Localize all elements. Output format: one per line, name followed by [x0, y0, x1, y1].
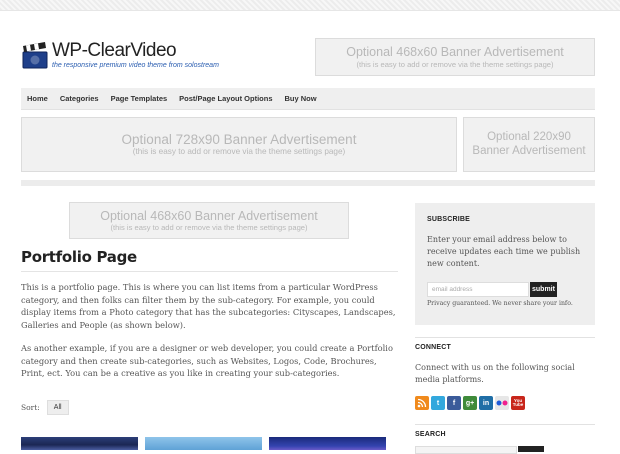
header-ad-note: (this is easy to add or remove via the t…	[356, 59, 554, 69]
content-banner-ad[interactable]: Optional 468x60 Banner Advertisement (th…	[69, 202, 349, 239]
facebook-icon[interactable]: f	[447, 396, 461, 410]
social-icons: t f g+ in You Tube	[415, 396, 527, 410]
site-tagline: the responsive premium video theme from …	[52, 62, 219, 69]
site-title[interactable]: WP-ClearVideo	[52, 40, 177, 62]
subscribe-text: Enter your email address below to receiv…	[427, 235, 581, 268]
nav-item-layout-options[interactable]: Post/Page Layout Options	[173, 94, 278, 103]
rss-icon[interactable]	[415, 396, 429, 410]
search-title: SEARCH	[415, 431, 446, 438]
title-divider	[21, 271, 398, 272]
connect-text: Connect with us on the following social …	[415, 363, 575, 384]
nav-item-page-templates[interactable]: Page Templates	[105, 94, 174, 103]
portfolio-thumbnail[interactable]	[145, 437, 262, 450]
side-ad-line1: Optional 220x90	[487, 131, 571, 144]
google-plus-icon[interactable]: g+	[463, 396, 477, 410]
filter-all-button[interactable]: All	[46, 400, 69, 415]
content-ad-title: Optional 468x60 Banner Advertisement	[100, 208, 318, 223]
sidebar-divider	[415, 337, 595, 338]
intro-paragraph: This is a portfolio page. This is where …	[21, 282, 396, 330]
page-title: Portfolio Page	[21, 248, 137, 266]
side-banner-ad[interactable]: Optional 220x90 Banner Advertisement	[463, 117, 595, 172]
main-nav: Home Categories Page Templates Post/Page…	[21, 88, 595, 110]
sort-label: Sort:	[21, 403, 40, 412]
email-field[interactable]: email address	[427, 282, 529, 297]
nav-item-categories[interactable]: Categories	[54, 94, 105, 103]
nav-item-home[interactable]: Home	[21, 94, 54, 103]
content-ad-note: (this is easy to add or remove via the t…	[110, 223, 308, 233]
header-ad-title: Optional 468x60 Banner Advertisement	[346, 45, 564, 60]
header-banner-ad[interactable]: Optional 468x60 Banner Advertisement (th…	[315, 38, 595, 76]
search-button[interactable]	[518, 446, 544, 452]
leaderboard-ad-title: Optional 728x90 Banner Advertisement	[121, 131, 357, 147]
clapperboard-icon	[22, 42, 48, 69]
linkedin-icon[interactable]: in	[479, 396, 493, 410]
twitter-icon[interactable]: t	[431, 396, 445, 410]
leaderboard-ad-note: (this is easy to add or remove via the t…	[132, 147, 346, 157]
side-ad-line2: Banner Advertisement	[472, 144, 586, 157]
site-logo[interactable]: WP-ClearVideo the responsive premium vid…	[21, 40, 261, 74]
flickr-icon[interactable]	[495, 396, 509, 410]
leaderboard-banner-ad[interactable]: Optional 728x90 Banner Advertisement (th…	[21, 117, 457, 172]
header-divider	[21, 180, 595, 186]
portfolio-thumbnail[interactable]	[269, 437, 386, 450]
submit-button[interactable]: submit	[530, 282, 557, 297]
subscribe-title: SUBSCRIBE	[427, 216, 471, 223]
search-input[interactable]	[415, 446, 517, 454]
example-paragraph: As another example, if you are a designe…	[21, 343, 393, 378]
top-strip	[0, 0, 620, 11]
sidebar-divider	[415, 424, 595, 425]
portfolio-thumbnail[interactable]	[21, 437, 138, 450]
connect-title: CONNECT	[415, 344, 452, 351]
privacy-note: Privacy guaranteed. We never share your …	[427, 300, 573, 307]
portfolio-filter: Sort: All	[21, 400, 69, 415]
nav-item-buy-now[interactable]: Buy Now	[279, 94, 323, 103]
youtube-icon[interactable]: You Tube	[511, 396, 525, 410]
